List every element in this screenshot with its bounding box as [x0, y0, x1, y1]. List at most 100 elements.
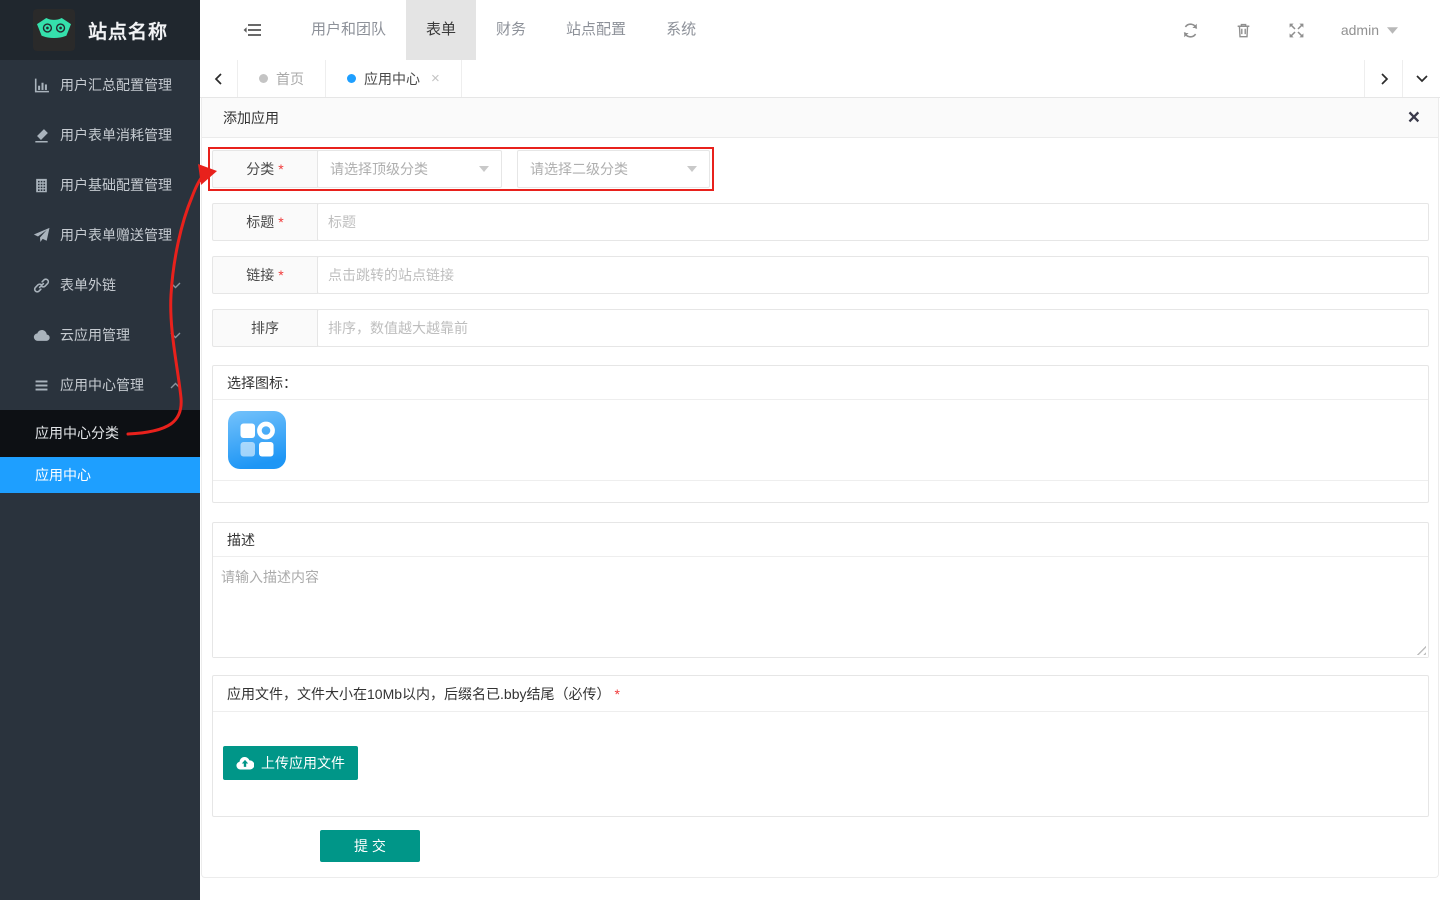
sidebar-subitem-app-center-category[interactable]: 应用中心分类 — [0, 410, 200, 457]
description-textarea[interactable] — [213, 557, 1428, 657]
sidebar-item-user-form-gift[interactable]: 用户表单赠送管理 — [0, 210, 200, 260]
building-icon — [33, 177, 50, 194]
top-header: 用户和团队 表单 财务 站点配置 系统 admin — [200, 0, 1440, 60]
tab-status-dot — [259, 74, 268, 83]
category-row: 分类* 请选择顶级分类 请选择二级分类 — [212, 150, 710, 188]
chevron-up-icon — [170, 382, 181, 389]
topnav-tab-forms[interactable]: 表单 — [406, 0, 476, 60]
tabbar-spacer — [462, 60, 1364, 97]
add-app-panel: 添加应用 × 分类* 请选择顶级分类 请选择二级分类 — [201, 98, 1439, 878]
main-area: 用户和团队 表单 财务 站点配置 系统 admin — [200, 0, 1440, 900]
select-placeholder: 请选择顶级分类 — [330, 159, 428, 179]
topnav-tab-system[interactable]: 系统 — [646, 0, 716, 60]
description-section: 描述 — [212, 522, 1429, 658]
category-label: 分类* — [212, 150, 318, 188]
required-mark: * — [614, 686, 619, 702]
app-file-body: 上传应用文件 — [213, 712, 1428, 816]
caret-down-icon — [687, 166, 697, 172]
link-label: 链接* — [212, 256, 318, 294]
field-label-text: 分类 — [246, 159, 274, 179]
sidebar: 站点名称 用户汇总配置管理 用户表单消耗管理 用户基础配置管理 — [0, 0, 200, 900]
owl-logo-icon — [37, 16, 71, 45]
app-root: 站点名称 用户汇总配置管理 用户表单消耗管理 用户基础配置管理 — [0, 0, 1440, 900]
topnav-tab-users-teams[interactable]: 用户和团队 — [291, 0, 406, 60]
link-row: 链接* — [212, 256, 1429, 294]
topnav-tab-site-config[interactable]: 站点配置 — [546, 0, 646, 60]
page-tab-label: 首页 — [276, 69, 304, 89]
file-section-title-text: 应用文件，文件大小在10Mb以内，后缀名已.bby结尾（必传） — [227, 684, 610, 704]
required-mark: * — [278, 214, 283, 230]
topnav: 用户和团队 表单 财务 站点配置 系统 — [291, 0, 716, 60]
submit-button[interactable]: 提 交 — [320, 830, 420, 862]
upload-app-file-button[interactable]: 上传应用文件 — [223, 746, 358, 780]
sidebar-item-label: 用户表单赠送管理 — [60, 225, 172, 245]
site-logo — [33, 9, 75, 51]
sort-label: 排序 — [212, 309, 318, 347]
sidebar-submenu: 应用中心分类 应用中心 — [0, 410, 200, 493]
app-grid-icon[interactable] — [228, 411, 286, 469]
sidebar-item-user-basic-config[interactable]: 用户基础配置管理 — [0, 160, 200, 210]
topbar-actions: admin — [1146, 22, 1398, 39]
sub-category-select[interactable]: 请选择二级分类 — [517, 150, 710, 188]
sidebar-item-label: 表单外链 — [60, 275, 116, 295]
sidebar-subitem-app-center[interactable]: 应用中心 — [0, 457, 200, 493]
required-mark: * — [278, 267, 283, 283]
cloud-icon — [33, 327, 50, 344]
tabs-scroll-left-button[interactable] — [200, 60, 238, 97]
refresh-icon[interactable] — [1182, 22, 1199, 39]
close-panel-button[interactable]: × — [1408, 107, 1420, 128]
chevron-down-icon — [170, 332, 181, 339]
bar-chart-icon — [33, 77, 50, 94]
sidebar-item-label: 用户汇总配置管理 — [60, 75, 172, 95]
user-menu[interactable]: admin — [1341, 22, 1398, 38]
tabs-menu-button[interactable] — [1402, 60, 1440, 97]
page-tabbar: 首页 应用中心 × — [200, 60, 1440, 98]
tab-status-dot — [347, 74, 356, 83]
add-app-form: 分类* 请选择顶级分类 请选择二级分类 标题* — [202, 138, 1438, 877]
icon-select-section: 选择图标： — [212, 365, 1429, 503]
icon-section-footer — [213, 480, 1428, 502]
field-label-text: 标题 — [246, 212, 274, 232]
page-tab-label: 应用中心 — [364, 69, 420, 89]
app-file-section: 应用文件，文件大小在10Mb以内，后缀名已.bby结尾（必传）* 上传应用文件 — [212, 675, 1429, 817]
sidebar-item-form-external-link[interactable]: 表单外链 — [0, 260, 200, 310]
sidebar-item-app-center-management[interactable]: 应用中心管理 — [0, 360, 200, 410]
site-name: 站点名称 — [88, 17, 168, 44]
collapse-sidebar-icon[interactable] — [243, 22, 262, 38]
sidebar-item-label: 用户表单消耗管理 — [60, 125, 172, 145]
trash-icon[interactable] — [1235, 22, 1252, 39]
fullscreen-icon[interactable] — [1288, 22, 1305, 39]
title-row: 标题* — [212, 203, 1429, 241]
top-category-select[interactable]: 请选择顶级分类 — [317, 150, 502, 188]
sidebar-item-label: 应用中心管理 — [60, 375, 144, 395]
sidebar-item-label: 用户基础配置管理 — [60, 175, 172, 195]
title-input[interactable] — [317, 203, 1429, 241]
sidebar-item-cloud-app-management[interactable]: 云应用管理 — [0, 310, 200, 360]
tabs-scroll-right-button[interactable] — [1364, 60, 1402, 97]
link-input[interactable] — [317, 256, 1429, 294]
select-placeholder: 请选择二级分类 — [530, 159, 628, 179]
caret-down-icon — [1387, 27, 1398, 34]
sidebar-item-label: 云应用管理 — [60, 325, 130, 345]
app-file-title: 应用文件，文件大小在10Mb以内，后缀名已.bby结尾（必传）* — [213, 676, 1428, 712]
page-tab-app-center[interactable]: 应用中心 × — [326, 60, 462, 97]
icon-section-title: 选择图标： — [213, 366, 1428, 400]
sidebar-item-user-form-consumption[interactable]: 用户表单消耗管理 — [0, 110, 200, 160]
brand-header: 站点名称 — [0, 0, 200, 60]
upload-cloud-icon — [236, 756, 254, 770]
tab-close-icon[interactable]: × — [431, 70, 440, 87]
chevron-down-icon — [170, 282, 181, 289]
description-body — [213, 557, 1428, 657]
sidebar-item-user-summary-config[interactable]: 用户汇总配置管理 — [0, 60, 200, 110]
eraser-icon — [33, 127, 50, 144]
username: admin — [1341, 22, 1379, 38]
send-icon — [33, 227, 50, 244]
panel-title: 添加应用 — [223, 108, 279, 128]
title-label: 标题* — [212, 203, 318, 241]
sort-input[interactable] — [317, 309, 1429, 347]
page-tab-home[interactable]: 首页 — [238, 60, 326, 97]
sidebar-menu: 用户汇总配置管理 用户表单消耗管理 用户基础配置管理 用户表单赠送管理 — [0, 60, 200, 493]
menu-list-icon — [33, 377, 50, 394]
topnav-tab-finance[interactable]: 财务 — [476, 0, 546, 60]
field-label-text: 链接 — [246, 265, 274, 285]
